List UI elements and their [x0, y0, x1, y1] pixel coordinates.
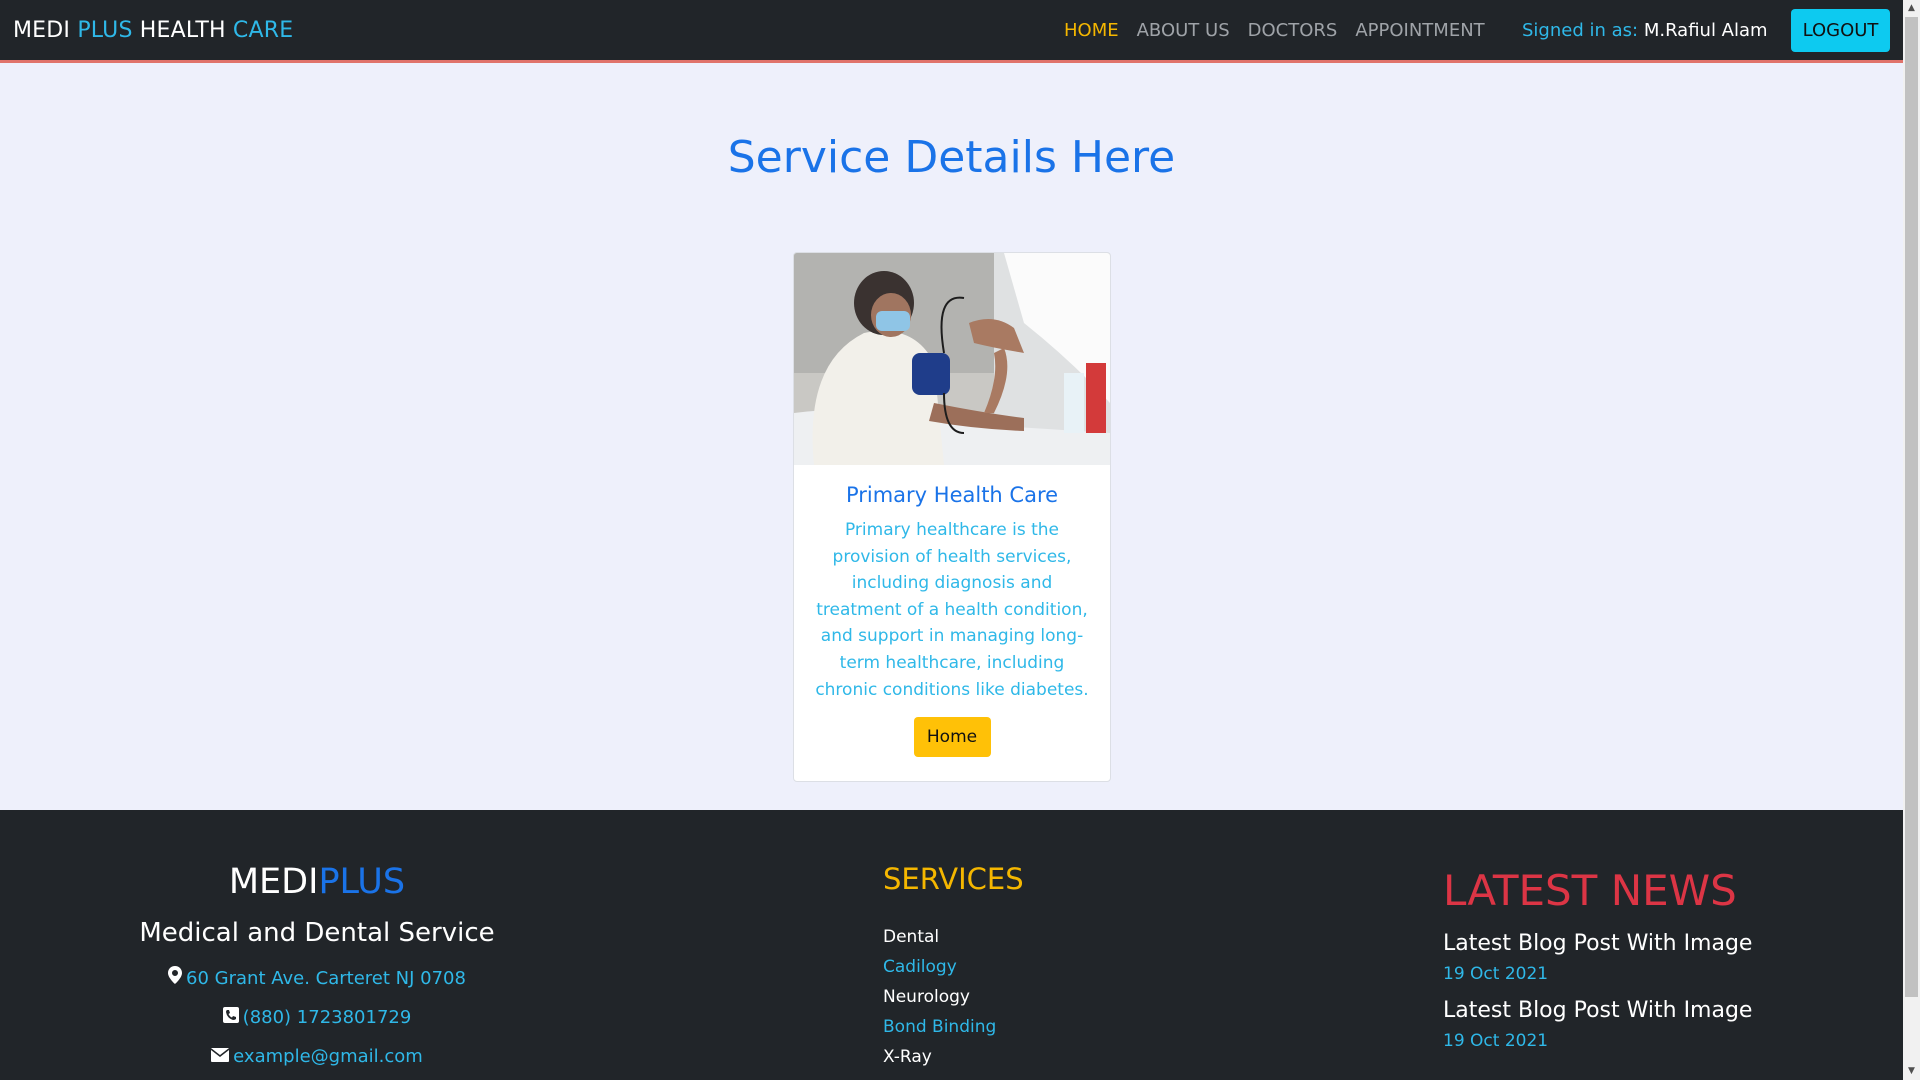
- brand-part-plus: PLUS: [77, 18, 133, 43]
- nav-link-doctors[interactable]: DOCTORS: [1248, 20, 1338, 41]
- news-item-title[interactable]: Latest Blog Post With Image: [1443, 998, 1752, 1023]
- service-card-body: Primary Health Care Primary healthcare i…: [794, 465, 1110, 758]
- signed-in-user-name: M.Rafiul Alam: [1643, 20, 1768, 41]
- news-item[interactable]: Latest Blog Post With Image 19 Oct 2021: [1443, 931, 1752, 984]
- phone-icon: [222, 1007, 239, 1028]
- footer-brand-plus: PLUS: [318, 862, 406, 902]
- signed-in-status: Signed in as: M.Rafiul Alam: [1522, 20, 1768, 41]
- footer-services-list: Dental Cadilogy Neurology Bond Binding X…: [883, 922, 1024, 1072]
- brand-part-medi: MEDI: [13, 18, 78, 43]
- footer-brand-medi: MEDI: [228, 862, 319, 902]
- footer-service-x-ray[interactable]: X-Ray: [883, 1042, 1024, 1072]
- footer-address-text[interactable]: 60 Grant Ave. Carteret NJ 0708: [186, 968, 466, 989]
- scroll-up-arrow-icon[interactable]: ▲: [1903, 0, 1920, 17]
- map-marker-icon: [168, 966, 183, 989]
- footer-brand: MEDIPLUS: [0, 862, 634, 902]
- footer-phone: (880) 1723801729: [0, 1007, 634, 1028]
- footer-phone-text[interactable]: (880) 1723801729: [243, 1007, 412, 1028]
- nav-link-about-us[interactable]: ABOUT US: [1137, 20, 1230, 41]
- footer-email-text[interactable]: example@gmail.com: [233, 1046, 423, 1067]
- footer-services-column: SERVICES Dental Cadilogy Neurology Bond …: [883, 862, 1024, 1072]
- nav-link-home[interactable]: HOME: [1064, 20, 1119, 41]
- scrollbar-thumb[interactable]: [1905, 17, 1918, 997]
- service-card: Primary Health Care Primary healthcare i…: [793, 252, 1111, 782]
- logout-button[interactable]: LOGOUT: [1791, 9, 1890, 52]
- brand-part-care: CARE: [232, 18, 294, 43]
- nav-links: HOME ABOUT US DOCTORS APPOINTMENT: [1064, 20, 1485, 41]
- home-button[interactable]: Home: [913, 717, 991, 758]
- brand-logo[interactable]: MEDI PLUS HEALTH CARE: [13, 18, 293, 43]
- service-name: Primary Health Care: [845, 483, 1059, 507]
- news-item-date: 19 Oct 2021: [1443, 964, 1549, 984]
- footer: MEDIPLUS Medical and Dental Service 60 G…: [0, 810, 1903, 1080]
- footer-service-neurology[interactable]: Neurology: [883, 982, 1024, 1012]
- nav-link-appointment[interactable]: APPOINTMENT: [1355, 20, 1484, 41]
- signed-in-label: Signed in as:: [1522, 20, 1644, 41]
- footer-news-title: LATEST NEWS: [1443, 866, 1737, 915]
- news-item[interactable]: Latest Blog Post With Image 19 Oct 2021: [1443, 998, 1752, 1051]
- scroll-down-arrow-icon[interactable]: ▼: [1903, 1063, 1920, 1080]
- footer-subtitle: Medical and Dental Service: [139, 918, 495, 948]
- footer-email: example@gmail.com: [0, 1046, 634, 1067]
- footer-service-dental[interactable]: Dental: [883, 922, 1024, 952]
- envelope-icon: [210, 1046, 230, 1067]
- footer-services-title: SERVICES: [883, 862, 1024, 896]
- news-item-title[interactable]: Latest Blog Post With Image: [1443, 931, 1752, 956]
- navbar: MEDI PLUS HEALTH CARE HOME ABOUT US DOCT…: [0, 0, 1903, 63]
- page-title: Service Details Here: [727, 132, 1176, 183]
- footer-service-bond-binding[interactable]: Bond Binding: [883, 1012, 1024, 1042]
- service-description: Primary healthcare is the provision of h…: [815, 520, 1089, 700]
- footer-contact-column: MEDIPLUS Medical and Dental Service 60 G…: [0, 810, 634, 1067]
- news-item-date: 19 Oct 2021: [1443, 1031, 1549, 1051]
- vertical-scrollbar[interactable]: ▲ ▼: [1903, 0, 1920, 1080]
- footer-address: 60 Grant Ave. Carteret NJ 0708: [0, 966, 634, 989]
- footer-service-cadilogy[interactable]: Cadilogy: [883, 952, 1024, 982]
- service-image: [794, 253, 1110, 465]
- brand-part-health: HEALTH: [132, 18, 233, 43]
- footer-news-column: LATEST NEWS Latest Blog Post With Image …: [1443, 866, 1752, 1051]
